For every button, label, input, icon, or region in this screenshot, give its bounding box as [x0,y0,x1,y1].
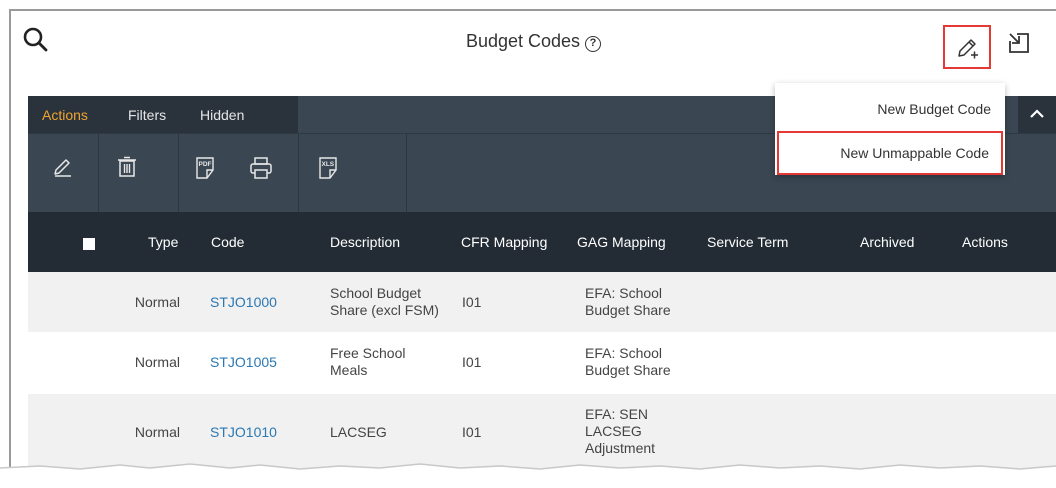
gag-line: Adjustment [585,440,656,456]
cell-type: Normal [134,424,180,440]
divider [98,134,99,212]
new-code-button[interactable] [943,25,991,69]
cell-gag-mapping: EFA: School Budget Share [585,285,671,319]
gag-line: EFA: School [585,345,663,361]
cell-description: LACSEG [330,424,387,440]
torn-edge-decoration [0,463,1056,488]
cell-cfr-mapping: I01 [462,424,482,440]
description-line: Share (excl FSM) [330,302,439,318]
column-header-description[interactable]: Description [330,234,400,250]
cell-description: School Budget Share (excl FSM) [330,285,439,319]
toolbar-tabs: Actions Filters Hidden [28,96,298,133]
menu-item-new-budget-code[interactable]: New Budget Code [775,87,1005,131]
cell-code-link[interactable]: STJO1005 [210,354,277,371]
cell-type: Normal [134,354,180,370]
column-header-cfr-mapping[interactable]: CFR Mapping [461,234,547,250]
table-row[interactable]: Normal STJO1005 Free School Meals I01 EF… [28,332,1056,394]
divider [298,134,299,212]
divider [406,134,407,212]
column-header-actions[interactable]: Actions [962,234,1008,250]
help-icon[interactable]: ? [585,36,602,52]
gag-line: Budget Share [585,302,671,318]
print-icon[interactable] [249,156,273,180]
column-header-archived[interactable]: Archived [860,234,914,250]
cell-code-link[interactable]: STJO1000 [210,294,277,311]
description-line: Meals [330,362,368,378]
tab-actions[interactable]: Actions [42,107,88,123]
gag-line: LACSEG [585,423,642,439]
chevron-up-icon [1030,109,1044,118]
gag-line: EFA: SEN [585,406,649,422]
page-title: Budget Codes [465,31,581,51]
table-header: Type Code Description CFR Mapping GAG Ma… [28,212,1056,272]
column-header-type[interactable]: Type [148,234,178,250]
gag-line: EFA: School [585,285,663,301]
xls-label: XLS [322,161,335,168]
new-code-menu: New Budget Code New Unmappable Code [775,83,1005,175]
cell-cfr-mapping: I01 [462,294,482,310]
description-line: School Budget [330,285,422,301]
page-title-wrap: Budget Codes? [11,31,1056,52]
column-header-gag-mapping[interactable]: GAG Mapping [577,234,666,250]
page-header: Budget Codes? [11,11,1056,73]
table-row[interactable]: Normal STJO1000 School Budget Share (exc… [28,272,1056,332]
divider [178,134,179,212]
xls-icon[interactable]: XLS [317,156,341,180]
edit-icon[interactable] [52,156,74,178]
export-icon[interactable] [1007,31,1031,55]
pdf-icon[interactable]: PDF [194,156,218,180]
column-header-service-term[interactable]: Service Term [707,234,788,250]
cell-gag-mapping: EFA: SEN LACSEG Adjustment [585,406,655,457]
delete-icon[interactable] [116,156,138,178]
gag-line: Budget Share [585,362,671,378]
cell-code-link[interactable]: STJO1010 [210,424,277,441]
tab-filters[interactable]: Filters [128,107,166,123]
cell-gag-mapping: EFA: School Budget Share [585,345,671,379]
tab-hidden[interactable]: Hidden [200,107,244,123]
edit-plus-icon [958,39,978,59]
menu-item-new-unmappable-code[interactable]: New Unmappable Code [777,131,1003,175]
cell-description: Free School Meals [330,345,405,379]
app-window: Budget Codes? Actions Filters Hidden PDF… [9,9,1056,488]
collapse-toolbar-button[interactable] [1018,96,1056,133]
column-header-code[interactable]: Code [211,234,244,250]
cell-cfr-mapping: I01 [462,354,482,370]
select-all-checkbox[interactable] [83,238,95,250]
pdf-label: PDF [199,161,212,168]
description-line: Free School [330,345,406,361]
cell-type: Normal [134,294,180,310]
